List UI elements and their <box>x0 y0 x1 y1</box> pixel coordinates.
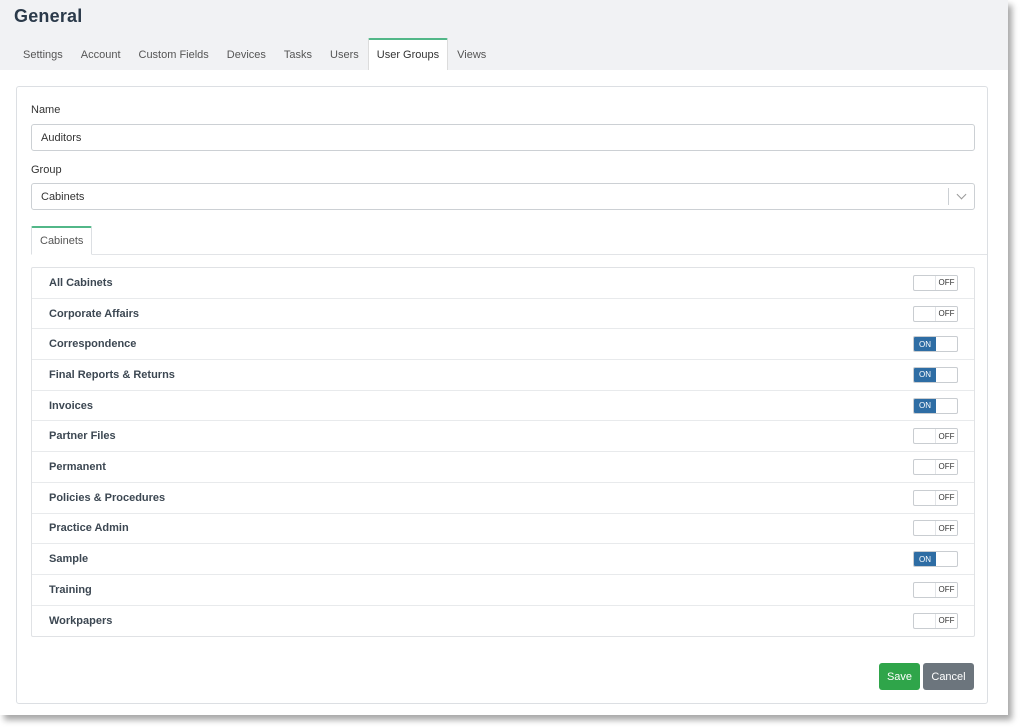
user-group-form: Name Auditors Group Cabinets Cabinets Al… <box>16 86 988 704</box>
cabinet-toggle[interactable]: OFF <box>913 458 958 475</box>
page-title: General <box>14 6 83 26</box>
tab-cabinets[interactable]: Cabinets <box>31 226 93 255</box>
toggle-state-text: OFF <box>935 490 957 505</box>
list-item: Sample ON <box>32 544 974 575</box>
list-item: Permanent OFF <box>32 452 974 483</box>
group-select[interactable]: Cabinets <box>31 183 975 210</box>
toggle-state-text: ON <box>914 398 936 413</box>
cabinets-subtabs: Cabinets <box>31 226 987 255</box>
cabinet-list: All Cabinets OFF Corporate Affairs OFF Corre… <box>31 267 975 638</box>
content-panel: Name Auditors Group Cabinets Cabinets Al… <box>0 70 1008 715</box>
tab-users[interactable]: Users <box>321 38 368 70</box>
toggle-state-text: OFF <box>935 459 957 474</box>
toggle-state-text: OFF <box>935 306 957 321</box>
toggle-state-text: OFF <box>935 429 957 444</box>
cabinet-toggle[interactable]: OFF <box>913 581 958 598</box>
cabinet-toggle[interactable]: OFF <box>913 489 958 506</box>
cabinet-label: Corporate Affairs <box>49 307 140 320</box>
top-tabs: Settings Account Custom Fields Devices T… <box>14 38 495 70</box>
cancel-button[interactable]: Cancel <box>923 663 974 690</box>
toggle-state-text: OFF <box>935 582 957 597</box>
tab-tasks[interactable]: Tasks <box>275 38 321 70</box>
list-item: Practice Admin OFF <box>32 514 974 545</box>
toggle-state-text: OFF <box>935 275 957 290</box>
tab-account[interactable]: Account <box>72 38 130 70</box>
group-label: Group <box>31 164 62 176</box>
cabinet-label: Workpapers <box>49 614 113 627</box>
name-input[interactable]: Auditors <box>31 124 975 151</box>
list-item: Corporate Affairs OFF <box>32 299 974 330</box>
cabinet-toggle[interactable]: OFF <box>913 305 958 322</box>
cabinet-toggle[interactable]: OFF <box>913 520 958 537</box>
group-select-value: Cabinets <box>41 190 85 203</box>
tab-settings[interactable]: Settings <box>14 38 72 70</box>
toggle-state-text: OFF <box>935 613 957 628</box>
cabinet-label: Training <box>49 583 92 596</box>
cabinet-toggle[interactable]: ON <box>913 366 958 383</box>
chevron-down-icon[interactable] <box>948 188 974 205</box>
tab-devices[interactable]: Devices <box>218 38 275 70</box>
list-item: Policies & Procedures OFF <box>32 483 974 514</box>
cabinet-toggle[interactable]: OFF <box>913 274 958 291</box>
list-item: Training OFF <box>32 575 974 606</box>
toggle-state-text: ON <box>914 337 936 352</box>
cabinet-toggle[interactable]: ON <box>913 551 958 568</box>
cabinet-toggle[interactable]: ON <box>913 336 958 353</box>
tab-user-groups[interactable]: User Groups <box>367 38 449 70</box>
list-item: Invoices ON <box>32 391 974 422</box>
cabinet-label: Correspondence <box>49 338 137 351</box>
cabinet-label: Final Reports & Returns <box>49 368 175 381</box>
list-item: Workpapers OFF <box>32 606 974 637</box>
list-item: Correspondence ON <box>32 329 974 361</box>
cabinet-label: Policies & Procedures <box>49 491 166 504</box>
cabinet-toggle[interactable]: ON <box>913 397 958 414</box>
toggle-state-text: ON <box>914 552 936 567</box>
cabinet-label: All Cabinets <box>49 276 113 289</box>
save-button[interactable]: Save <box>879 663 920 690</box>
toggle-state-text: OFF <box>935 521 957 536</box>
list-item: All Cabinets OFF <box>32 268 974 299</box>
cabinet-toggle[interactable]: OFF <box>913 428 958 445</box>
tab-custom-fields[interactable]: Custom Fields <box>130 38 218 70</box>
cabinet-label: Partner Files <box>49 430 116 443</box>
list-item: Partner Files OFF <box>32 421 974 453</box>
tab-views[interactable]: Views <box>448 38 495 70</box>
cabinet-label: Practice Admin <box>49 522 129 535</box>
list-item: Final Reports & Returns ON <box>32 360 974 391</box>
window-frame: General Settings Account Custom Fields D… <box>0 0 1008 715</box>
name-label: Name <box>31 104 61 116</box>
cabinet-label: Sample <box>49 553 89 566</box>
cabinet-label: Permanent <box>49 460 106 473</box>
toggle-state-text: ON <box>914 367 936 382</box>
cabinet-toggle[interactable]: OFF <box>913 612 958 629</box>
cabinet-label: Invoices <box>49 399 94 412</box>
